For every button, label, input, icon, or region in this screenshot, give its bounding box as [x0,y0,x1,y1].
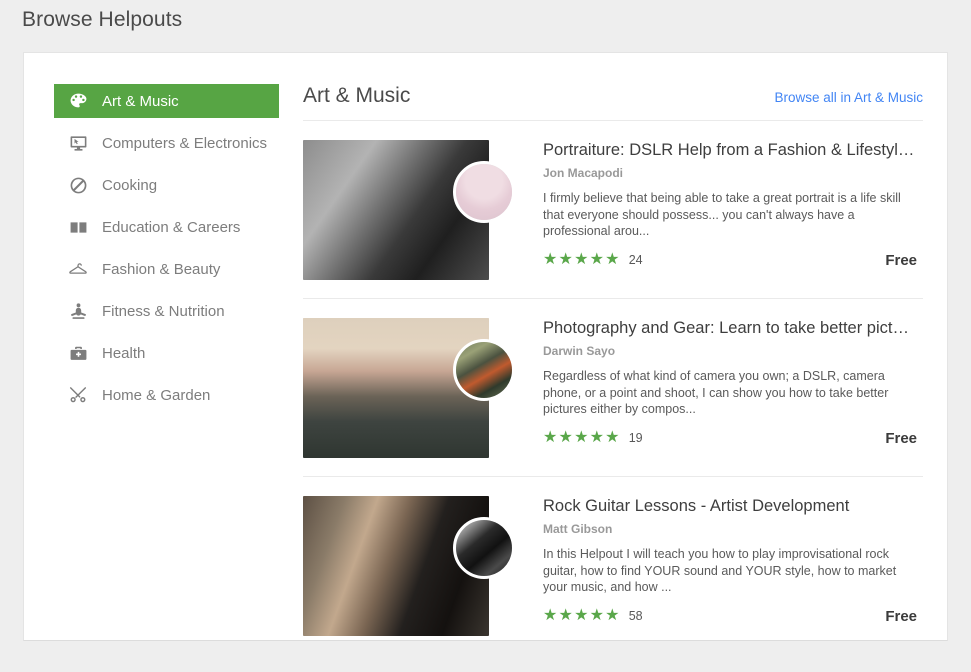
rating-count: 24 [629,253,643,267]
sidebar-item-computers-electronics[interactable]: Computers & Electronics [54,126,279,160]
listing-footer: ★★★★★ 24 Free [543,252,923,269]
category-content: Art & Music Browse all in Art & Music Po… [303,84,923,654]
monitor-icon [68,133,88,153]
darwin-sayo-avatar[interactable] [453,339,515,401]
star-rating-icon: ★★★★★ [543,430,621,446]
listing-row[interactable]: Rock Guitar Lessons - Artist Development… [303,477,923,654]
browse-card: Art & Music Computers & Electronics Cookin… [23,52,948,641]
hanger-icon [68,259,88,279]
browse-all-link[interactable]: Browse all in Art & Music [774,90,923,105]
content-header: Art & Music Browse all in Art & Music [303,84,923,121]
listing-media [303,140,515,280]
sidebar-item-label: Health [102,346,145,361]
sidebar-item-label: Computers & Electronics [102,136,267,151]
matt-gibson-avatar[interactable] [453,517,515,579]
rating-count: 58 [629,609,643,623]
rating: ★★★★★ 24 [543,252,643,268]
listing-info: Photography and Gear: Learn to take bett… [543,318,923,458]
palette-icon [68,91,88,111]
sidebar-item-fitness-nutrition[interactable]: Fitness & Nutrition [54,294,279,328]
listing-description: Regardless of what kind of camera you ow… [543,368,923,418]
page-title: Browse Helpouts [22,8,182,32]
listing-author: Matt Gibson [543,522,923,536]
pan-icon [68,175,88,195]
listing-media [303,318,515,458]
listing-row[interactable]: Portraiture: DSLR Help from a Fashion & … [303,121,923,299]
star-rating-icon: ★★★★★ [543,252,621,268]
listing-price: Free [885,430,923,447]
listing-row[interactable]: Photography and Gear: Learn to take bett… [303,299,923,477]
listing-author: Darwin Sayo [543,344,923,358]
listing-title[interactable]: Photography and Gear: Learn to take bett… [543,318,923,338]
rating-count: 19 [629,431,643,445]
sidebar-item-label: Education & Careers [102,220,240,235]
category-sidebar: Art & Music Computers & Electronics Cookin… [54,84,279,420]
listing-info: Portraiture: DSLR Help from a Fashion & … [543,140,923,280]
sidebar-item-education-careers[interactable]: Education & Careers [54,210,279,244]
tools-icon [68,385,88,405]
medical-bag-icon [68,343,88,363]
sidebar-item-label: Home & Garden [102,388,210,403]
sidebar-item-health[interactable]: Health [54,336,279,370]
book-icon [68,217,88,237]
listing-price: Free [885,608,923,625]
meditation-icon [68,301,88,321]
sidebar-item-fashion-beauty[interactable]: Fashion & Beauty [54,252,279,286]
listing-author: Jon Macapodi [543,166,923,180]
listing-media [303,496,515,636]
listing-title[interactable]: Portraiture: DSLR Help from a Fashion & … [543,140,923,160]
sidebar-item-cooking[interactable]: Cooking [54,168,279,202]
listing-footer: ★★★★★ 19 Free [543,430,923,447]
jon-macapodi-avatar[interactable] [453,161,515,223]
listing-footer: ★★★★★ 58 Free [543,608,923,625]
listing-info: Rock Guitar Lessons - Artist Development… [543,496,923,636]
rating: ★★★★★ 19 [543,430,643,446]
sidebar-item-label: Fashion & Beauty [102,262,220,277]
listing-title[interactable]: Rock Guitar Lessons - Artist Development [543,496,923,516]
listing-list: Portraiture: DSLR Help from a Fashion & … [303,121,923,654]
listing-description: I firmly believe that being able to take… [543,190,923,240]
star-rating-icon: ★★★★★ [543,608,621,624]
listing-description: In this Helpout I will teach you how to … [543,546,923,596]
sidebar-item-label: Art & Music [102,94,179,109]
sidebar-item-label: Cooking [102,178,157,193]
category-title: Art & Music [303,84,410,108]
sidebar-item-art-music[interactable]: Art & Music [54,84,279,118]
rating: ★★★★★ 58 [543,608,643,624]
sidebar-item-home-garden[interactable]: Home & Garden [54,378,279,412]
listing-price: Free [885,252,923,269]
sidebar-item-label: Fitness & Nutrition [102,304,225,319]
